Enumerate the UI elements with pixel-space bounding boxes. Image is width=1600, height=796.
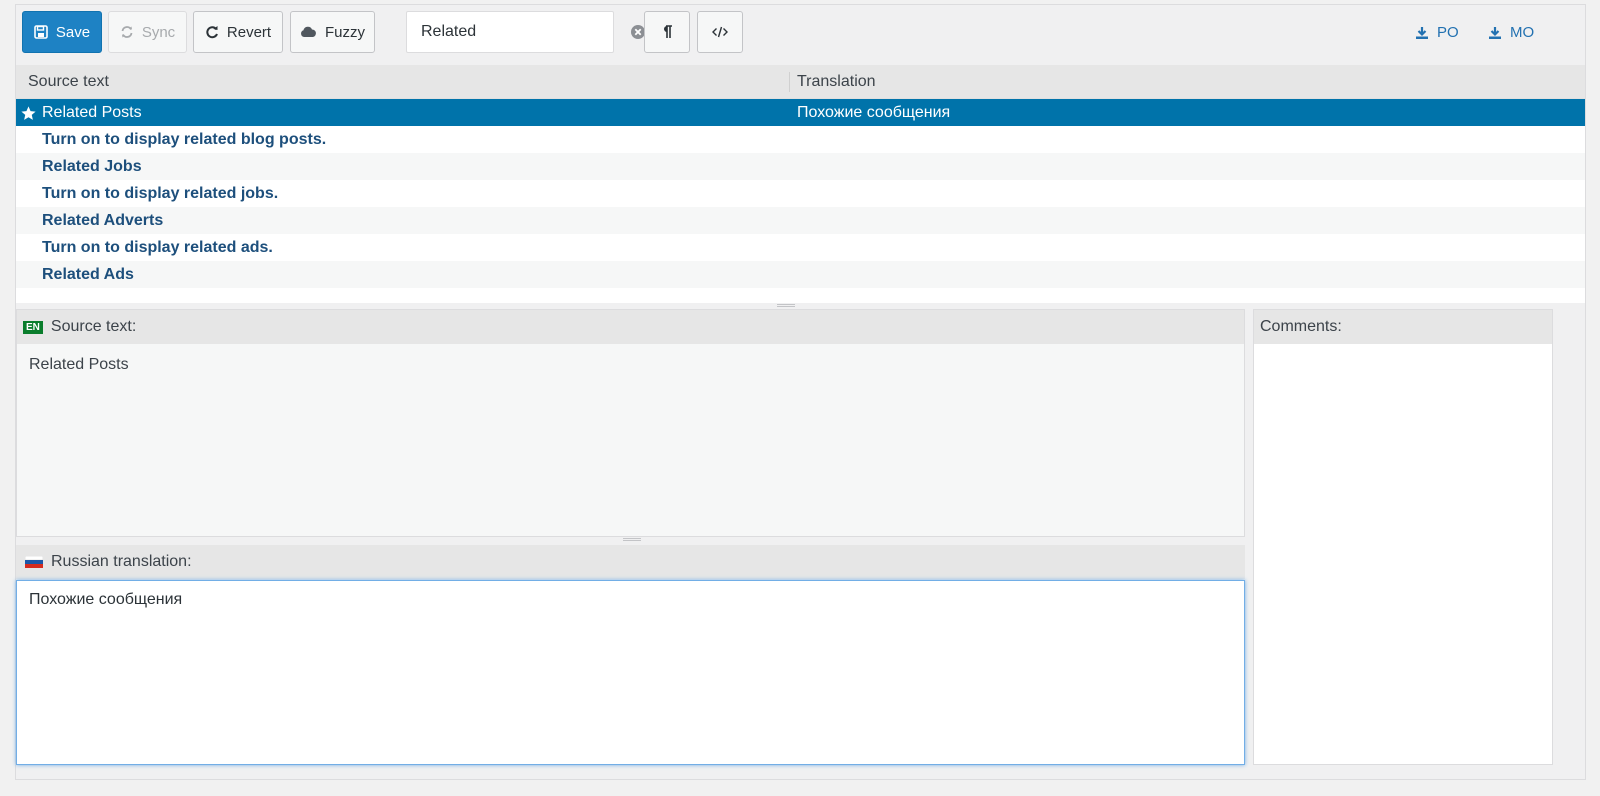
grip-icon[interactable] bbox=[623, 538, 641, 541]
table-row[interactable]: Related Jobs bbox=[16, 153, 1585, 180]
undo-icon bbox=[205, 25, 219, 39]
download-icon bbox=[1488, 26, 1502, 40]
table-body: Related Posts Похожие сообщения Turn on … bbox=[16, 99, 1585, 288]
star-icon bbox=[20, 105, 37, 122]
translation-pane: Russian translation: Похожие сообщения bbox=[16, 545, 1245, 765]
russian-flag-icon bbox=[25, 556, 43, 568]
column-header-source[interactable]: Source text bbox=[16, 71, 790, 92]
translation-editor: Save Sync Revert Fuzzy Related PO MO Sou… bbox=[15, 4, 1586, 780]
download-mo-label: MO bbox=[1510, 24, 1535, 41]
floppy-disk-icon bbox=[34, 25, 48, 39]
table-row[interactable]: Turn on to display related blog posts. bbox=[16, 126, 1585, 153]
table-row[interactable]: Related Posts Похожие сообщения bbox=[16, 99, 1585, 126]
download-mo-link[interactable]: MO bbox=[1488, 24, 1534, 41]
row-translation-text: Похожие сообщения bbox=[797, 103, 951, 121]
translation-pane-header: Russian translation: bbox=[16, 545, 1245, 579]
column-header-translation[interactable]: Translation bbox=[790, 73, 876, 91]
toggle-invisibles-button[interactable] bbox=[644, 11, 690, 53]
sync-button[interactable]: Sync bbox=[108, 11, 187, 53]
comments-pane-title: Comments: bbox=[1260, 318, 1342, 335]
row-source-text: Turn on to display related ads. bbox=[42, 238, 273, 256]
row-source-text: Related Posts bbox=[42, 103, 142, 121]
refresh-icon bbox=[120, 25, 134, 39]
table-row[interactable]: Turn on to display related ads. bbox=[16, 234, 1585, 261]
search-input[interactable] bbox=[419, 22, 630, 42]
table-row[interactable]: Related Ads bbox=[16, 261, 1585, 288]
row-source-text: Related Jobs bbox=[42, 157, 142, 175]
comments-pane-header: Comments: bbox=[1254, 310, 1552, 344]
table-row[interactable]: Turn on to display related jobs. bbox=[16, 180, 1585, 207]
strings-table: Source text Translation Related Posts По… bbox=[16, 65, 1585, 303]
cloud-icon bbox=[300, 26, 317, 38]
sync-label: Sync bbox=[141, 23, 176, 41]
source-pane-header: EN Source text: bbox=[17, 310, 1244, 344]
grip-icon bbox=[777, 304, 795, 307]
save-button[interactable]: Save bbox=[22, 11, 102, 53]
comments-body[interactable] bbox=[1254, 344, 1552, 764]
revert-button[interactable]: Revert bbox=[193, 11, 283, 53]
source-text-pane: EN Source text: Related Posts bbox=[16, 309, 1245, 541]
row-source-text: Related Adverts bbox=[42, 211, 164, 229]
source-pane-title: Source text: bbox=[50, 318, 137, 335]
table-row[interactable]: Related Adverts bbox=[16, 207, 1585, 234]
row-source-text: Related Ads bbox=[42, 265, 134, 283]
translation-pane-title: Russian translation: bbox=[51, 553, 192, 570]
fuzzy-button[interactable]: Fuzzy bbox=[290, 11, 375, 53]
toggle-code-button[interactable] bbox=[697, 11, 743, 53]
search-box bbox=[406, 11, 645, 53]
translation-textarea[interactable]: Похожие сообщения bbox=[16, 580, 1245, 765]
download-po-label: PO bbox=[1437, 24, 1459, 41]
row-source-cell: Related Posts bbox=[16, 104, 790, 122]
revert-label: Revert bbox=[226, 23, 272, 41]
code-icon bbox=[712, 26, 728, 38]
toolbar: Save Sync Revert Fuzzy Related PO MO bbox=[16, 5, 1585, 65]
download-icon bbox=[1415, 26, 1429, 40]
source-text-content: Related Posts bbox=[29, 356, 129, 373]
language-badge-en: EN bbox=[23, 320, 43, 334]
comments-pane: Comments: bbox=[1253, 309, 1553, 765]
download-po-link[interactable]: PO bbox=[1415, 24, 1459, 41]
save-label: Save bbox=[55, 23, 91, 41]
row-source-text: Turn on to display related blog posts. bbox=[42, 130, 327, 148]
fuzzy-label: Fuzzy bbox=[324, 23, 365, 41]
row-source-text: Turn on to display related jobs. bbox=[42, 184, 279, 202]
table-header: Source text Translation bbox=[16, 65, 1585, 99]
pilcrow-icon bbox=[661, 25, 673, 39]
